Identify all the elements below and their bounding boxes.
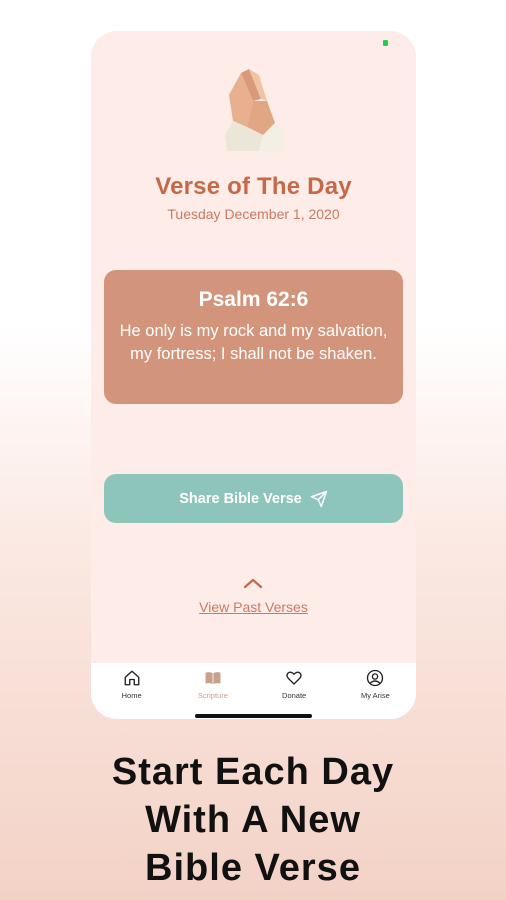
caption-line: Start Each Day: [111, 751, 395, 793]
tab-label: My Arise: [360, 691, 390, 700]
share-verse-button[interactable]: Share Bible Verse: [104, 474, 403, 523]
home-indicator: [195, 714, 312, 718]
page-title: Verse of The Day: [155, 173, 352, 200]
home-icon: [124, 670, 140, 686]
verse-text: He only is my rock and my salvation, my …: [119, 322, 388, 363]
tab-my-arise[interactable]: My Arise: [335, 663, 416, 719]
view-past-verses-link[interactable]: View Past Verses: [91, 599, 416, 615]
tab-label: Donate: [282, 691, 307, 700]
user-icon: [367, 669, 384, 687]
tab-donate[interactable]: Donate: [254, 663, 335, 719]
tab-label: Home: [121, 691, 142, 700]
tab-label: Scripture: [197, 691, 228, 700]
book-icon: [205, 672, 221, 684]
phone-screen: Verse of The Day Tuesday December 1, 202…: [91, 31, 416, 719]
tab-home[interactable]: Home: [91, 663, 172, 719]
share-button-label: Share Bible Verse: [179, 490, 302, 507]
chevron-up-icon[interactable]: [242, 576, 264, 590]
verse-reference: Psalm 62:6: [198, 288, 309, 311]
tab-scripture[interactable]: Scripture: [172, 663, 253, 719]
battery-icon: [383, 40, 388, 46]
tab-bar: Home Scripture Donate My Arise: [91, 663, 416, 719]
promo-caption: Start Each Day With A New Bible Verse: [0, 748, 506, 892]
praying-hands-icon: [225, 69, 285, 151]
verse-card: Psalm 62:6 He only is my rock and my sal…: [104, 270, 403, 404]
paper-plane-icon: [310, 490, 327, 507]
caption-line: Bible Verse: [145, 847, 361, 889]
verse-date: Tuesday December 1, 2020: [167, 206, 340, 222]
caption-line: With A New: [145, 799, 361, 841]
heart-icon: [286, 671, 302, 685]
